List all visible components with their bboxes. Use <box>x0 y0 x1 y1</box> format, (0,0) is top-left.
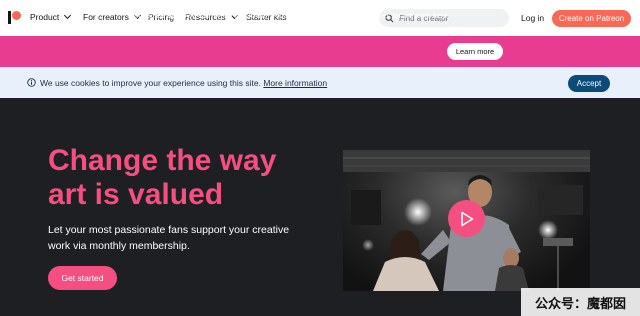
login-link[interactable]: Log in <box>521 13 544 23</box>
watermark-overlay: 公众号：魔都囡 <box>521 288 640 316</box>
nav-item-label: For creators <box>83 12 129 22</box>
chevron-down-icon <box>64 11 72 20</box>
accept-cookies-button[interactable]: Accept <box>568 75 610 92</box>
patreon-logo[interactable] <box>8 11 21 24</box>
hero-title: Change the way art is valued <box>48 144 328 212</box>
create-on-patreon-button[interactable]: Create on Patreon <box>552 10 631 27</box>
cookie-message: We use cookies to improve your experienc… <box>40 78 327 88</box>
learn-more-button[interactable]: Learn more <box>447 43 503 60</box>
nav-item-label: Product <box>30 12 60 22</box>
nav-item-for-creators[interactable]: For creators <box>83 11 141 22</box>
info-icon <box>27 78 36 87</box>
covid-banner <box>0 36 640 67</box>
more-information-link[interactable]: More information <box>263 78 327 88</box>
cookie-text: We use cookies to improve your experienc… <box>40 78 261 88</box>
hero-subtitle: Let your most passionate fans support yo… <box>48 224 290 252</box>
play-icon <box>460 211 473 226</box>
logo-bar <box>8 11 11 24</box>
get-started-button[interactable]: Get started <box>48 266 117 290</box>
nav-item-product[interactable]: Product <box>30 11 72 22</box>
logo-dot <box>12 11 21 20</box>
play-button[interactable] <box>448 200 485 237</box>
covid-banner-text: Impacted by Covid-19? We're in this with… <box>134 11 450 20</box>
hero-title-line: Change the way <box>48 144 277 177</box>
hero-title-line: art is valued <box>48 178 224 211</box>
